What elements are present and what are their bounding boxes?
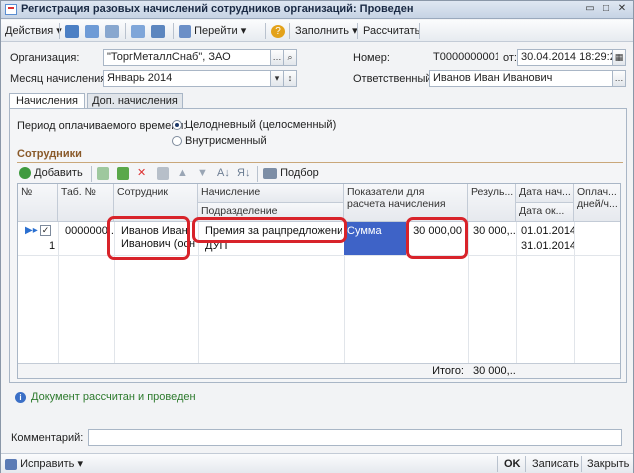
title-bar: Регистрация разовых начислений сотрудник… (1, 1, 633, 19)
row-active-checkbox[interactable]: ✓ (40, 225, 51, 236)
add-row-button[interactable]: Добавить (19, 165, 83, 181)
org-label: Организация: (10, 52, 80, 64)
move-up-icon[interactable]: ▲ (177, 165, 188, 181)
bottom-bar: Исправить ▾ OK Записать Закрыть (1, 453, 633, 473)
period-fullday-label: Целодневный (целосменный) (185, 119, 337, 131)
document-window: Регистрация разовых начислений сотрудник… (0, 0, 634, 473)
document-icon (5, 4, 17, 15)
actions-menu[interactable]: Действия ▾ (5, 23, 62, 39)
period-intrashift-label: Внутрисменный (185, 135, 267, 147)
employees-section-title: Сотрудники (17, 148, 82, 160)
calculate-button[interactable]: Рассчитать (363, 23, 420, 39)
row-date-end[interactable]: 31.01.2014 (518, 239, 574, 253)
unpost-icon[interactable] (105, 23, 119, 39)
ok-button[interactable]: OK (504, 456, 521, 472)
sort-asc-icon[interactable]: A↓ (217, 165, 230, 181)
col-header-num[interactable]: № (18, 184, 58, 222)
minimize-icon[interactable]: ▭ (583, 3, 597, 16)
comment-label: Комментарий: (11, 432, 84, 444)
date-label: от: (503, 52, 517, 64)
org-select-button[interactable]: … (270, 49, 284, 66)
maximize-icon[interactable]: □ (599, 3, 613, 16)
current-row-marker-icon: ▶▸ (25, 225, 38, 236)
save-icon[interactable] (85, 23, 99, 39)
section-divider (17, 162, 623, 163)
window-title: Регистрация разовых начислений сотрудник… (21, 3, 414, 15)
end-edit-icon[interactable] (157, 165, 169, 181)
row-indicator-name[interactable]: Сумма (344, 222, 406, 256)
month-label: Месяц начисления: (10, 73, 110, 85)
period-label: Период оплачиваемого времени: (17, 120, 187, 132)
col-header-paid-days[interactable]: Оплач... дней/ч... (574, 184, 620, 222)
status-text: Документ рассчитан и проведен (31, 391, 196, 403)
copy-row-icon[interactable] (97, 165, 109, 181)
close-button[interactable]: Закрыть (587, 456, 629, 472)
highlight-accrual (192, 217, 347, 243)
org-search-icon[interactable]: ⌕ (283, 49, 297, 66)
move-down-icon[interactable]: ▼ (197, 165, 208, 181)
col-header-date-start[interactable]: Дата нач... (516, 184, 574, 203)
copy-icon[interactable] (131, 23, 145, 39)
save-button[interactable]: Записать (532, 456, 579, 472)
month-dropdown-icon[interactable]: ▾ (270, 70, 284, 87)
total-value: 30 000,... (473, 365, 516, 377)
info-icon: i (15, 392, 26, 403)
structure-icon[interactable] (151, 23, 165, 39)
comment-field[interactable] (88, 429, 622, 446)
fix-icon (5, 458, 17, 470)
col-header-accrual[interactable]: Начисление (198, 184, 344, 203)
post-icon[interactable] (65, 23, 79, 39)
delete-row-icon[interactable]: ✕ (137, 165, 146, 181)
add-icon (19, 167, 31, 180)
help-icon[interactable]: ? (271, 23, 285, 39)
col-header-result[interactable]: Резуль... (468, 184, 516, 222)
edit-row-icon[interactable] (117, 165, 129, 181)
row-result[interactable]: 30 000,... (470, 224, 516, 238)
fill-menu[interactable]: Заполнить ▾ (295, 23, 358, 39)
pick-button[interactable]: Подбор (263, 165, 319, 181)
tab-additional-accruals[interactable]: Доп. начисления (87, 93, 183, 109)
org-field[interactable]: "ТоргМеталлСнаб", ЗАО (103, 49, 271, 66)
row-num: 1 (49, 240, 56, 252)
fix-menu[interactable]: Исправить ▾ (5, 456, 83, 472)
col-header-date-end[interactable]: Дата ок... (516, 203, 574, 222)
employees-table: № Таб. № Сотрудник Начисление Подразделе… (17, 183, 621, 379)
go-menu[interactable]: Перейти ▾ (179, 23, 246, 39)
date-field[interactable]: 30.04.2014 18:29:23 (517, 49, 613, 66)
number-field[interactable]: Т0000000001 (429, 49, 499, 66)
row-date-start[interactable]: 01.01.2014 (518, 224, 574, 238)
total-label: Итого: (432, 365, 464, 377)
responsible-select-button[interactable]: … (612, 70, 626, 87)
period-fullday-radio[interactable] (172, 120, 182, 130)
responsible-label: Ответственный: (353, 73, 435, 85)
month-stepper[interactable]: ↕ (283, 70, 297, 87)
sort-desc-icon[interactable]: Я↓ (237, 165, 250, 181)
highlight-amount (406, 217, 468, 259)
table-totals-row: Итого: 30 000,... (18, 363, 620, 378)
calendar-icon[interactable]: ▦ (612, 49, 626, 66)
period-intrashift-radio[interactable] (172, 136, 182, 146)
month-field[interactable]: Январь 2014 (103, 70, 284, 87)
col-header-tab-num[interactable]: Таб. № (58, 184, 114, 222)
close-icon[interactable]: ✕ (615, 3, 629, 16)
main-toolbar: Действия ▾ Перейти ▾ ? Заполнить ▾ Рассч… (1, 20, 633, 42)
responsible-field[interactable]: Иванов Иван Иванович (429, 70, 613, 87)
highlight-employee (107, 216, 190, 260)
number-label: Номер: (353, 52, 390, 64)
